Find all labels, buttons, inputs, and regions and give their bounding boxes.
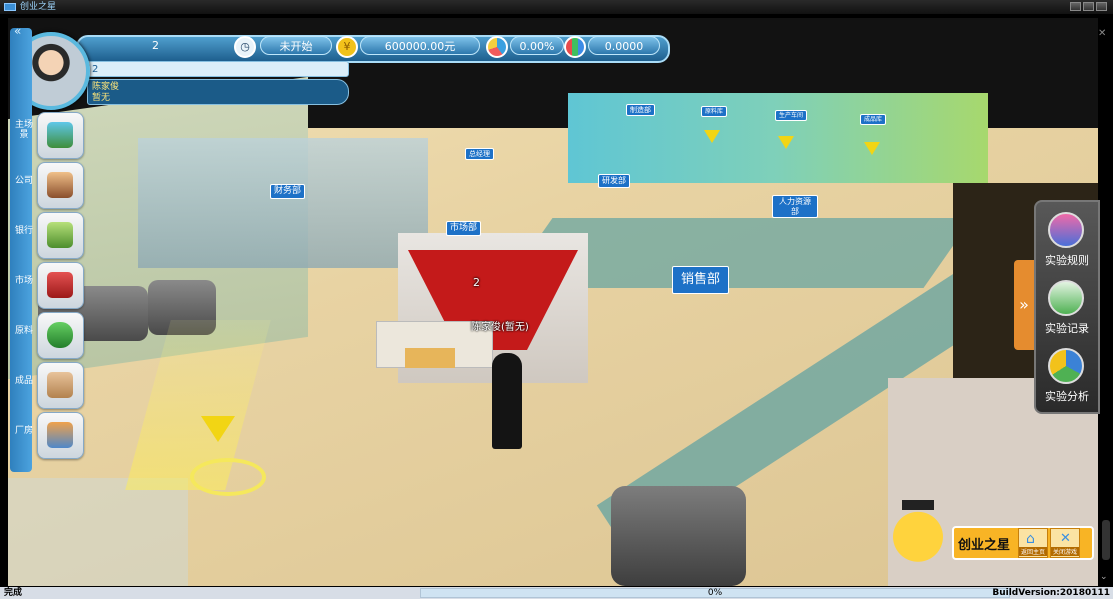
dept-finance[interactable]: 财务部 xyxy=(270,184,306,199)
sidebar-item-label: 厂房 xyxy=(14,426,33,436)
sofa-front xyxy=(611,486,746,586)
window-controls xyxy=(1070,2,1107,11)
mascot-logo xyxy=(890,508,946,572)
sidebar-item-label: 公司 xyxy=(14,176,33,186)
maximize-button[interactable] xyxy=(1083,2,1094,11)
home-icon: ⌂ xyxy=(1026,531,1035,547)
dept-ceo[interactable]: 总经理 xyxy=(465,148,494,161)
finished-arrow-icon xyxy=(864,142,880,155)
dept-market[interactable]: 市场部 xyxy=(446,221,482,236)
sidebar-item-label: 市场 xyxy=(14,276,33,286)
collapse-icon[interactable]: « xyxy=(14,24,21,38)
exit-label: 关闭游戏 xyxy=(1051,547,1079,556)
window-titlebar: 创业之星 xyxy=(0,0,1113,14)
brand-area: 创业之星 ⌂ 返回主页 ✕ 关闭游戏 xyxy=(890,500,1096,580)
analysis-label: 实验分析 xyxy=(1045,390,1089,403)
analysis-button[interactable]: 实验分析 xyxy=(1036,342,1098,408)
materials-arrow-icon xyxy=(704,130,720,143)
hud-number: 2 xyxy=(152,39,159,52)
money-icon: ¥ xyxy=(336,36,358,58)
dept-finished[interactable]: 成品库 xyxy=(860,114,887,126)
finance-room xyxy=(138,138,428,268)
money-value: 600000.00元 xyxy=(360,36,480,55)
dept-rd[interactable]: 研发部 xyxy=(598,174,630,188)
brand-name: 创业之星 xyxy=(958,538,1011,553)
spawn-ring[interactable] xyxy=(190,458,266,496)
player-info: 陈家俊 暂无 xyxy=(87,79,349,105)
rules-button[interactable]: 实验规则 xyxy=(1036,206,1098,272)
records-icon xyxy=(1048,280,1084,316)
analysis-icon xyxy=(1048,348,1084,384)
home-label: 返回主页 xyxy=(1019,547,1047,556)
sidebar-item-market[interactable]: 市场 xyxy=(14,262,84,310)
sidebar-item-label: 成品 xyxy=(14,376,33,386)
records-button[interactable]: 实验记录 xyxy=(1036,274,1098,340)
sidebar-item-label: 银行 xyxy=(14,226,33,236)
exit-game-button[interactable]: ✕ 关闭游戏 xyxy=(1050,528,1080,558)
sidebar-item-material[interactable]: 原料 xyxy=(14,312,84,360)
down-arrow-icon[interactable] xyxy=(201,416,235,442)
sidebar-item-product[interactable]: 成品 xyxy=(14,362,84,410)
right-panel-toggle[interactable]: » xyxy=(1014,260,1034,350)
factory-icon xyxy=(37,412,84,459)
status-text: 完成 xyxy=(4,588,23,598)
desk-light xyxy=(405,348,455,368)
sidebar-item-company[interactable]: 公司 xyxy=(14,162,84,210)
product-icon xyxy=(37,362,84,409)
player-character[interactable] xyxy=(492,353,522,449)
sidebar-item-bank[interactable]: 银行 xyxy=(14,212,84,260)
graduation-cap-icon xyxy=(902,500,934,510)
clock-icon: ◷ xyxy=(234,36,256,58)
progress-bar: 0% xyxy=(420,588,1010,598)
player-hud: 2 ◷ 未开始 ¥ 600000.00元 0.00% 0.0000 2 陈家俊 … xyxy=(12,30,670,110)
game-status: 未开始 xyxy=(260,36,332,55)
sidebar-item-label: 主场景 xyxy=(14,120,33,140)
player-name: 陈家俊 xyxy=(92,82,120,92)
name-field[interactable]: 2 xyxy=(87,61,349,77)
market-icon xyxy=(37,262,84,309)
chevron-down-icon[interactable]: ⌄ xyxy=(1100,572,1108,582)
records-label: 实验记录 xyxy=(1045,322,1089,335)
build-version: BuildVersion:20180111 xyxy=(992,588,1110,598)
company-icon xyxy=(37,162,84,209)
bar-chart-icon xyxy=(564,36,586,58)
share-percent: 0.00% xyxy=(510,36,564,55)
minimize-button[interactable] xyxy=(1070,2,1081,11)
status-bar: 完成 0% BuildVersion:20180111 xyxy=(0,587,1113,599)
main-scene-icon xyxy=(37,112,84,159)
score-value: 0.0000 xyxy=(588,36,660,55)
scrollbar-handle[interactable] xyxy=(1102,520,1110,560)
counter-number: 2 xyxy=(473,276,480,289)
rules-icon xyxy=(1048,212,1084,248)
close-window-button[interactable] xyxy=(1096,2,1107,11)
dept-sales[interactable]: 销售部 xyxy=(672,266,730,294)
glass-railing xyxy=(8,478,188,586)
rules-label: 实验规则 xyxy=(1045,254,1089,267)
right-panel: 实验规则 实验记录 实验分析 xyxy=(1034,200,1100,414)
sidebar-item-main-scene[interactable]: 主场景 xyxy=(14,112,84,160)
material-icon xyxy=(37,312,84,359)
character-label: 陈家俊(暂无) xyxy=(471,322,529,333)
progress-text: 0% xyxy=(707,588,723,598)
player-role: 暂无 xyxy=(92,93,111,103)
dept-hr[interactable]: 人力资源部 xyxy=(772,195,818,219)
window-title: 创业之星 xyxy=(20,2,57,12)
sidebar-item-label: 原料 xyxy=(14,326,33,336)
home-button[interactable]: ⌂ 返回主页 xyxy=(1018,528,1048,558)
sidebar-item-factory[interactable]: 厂房 xyxy=(14,412,84,460)
app-icon xyxy=(4,3,16,11)
dept-production[interactable]: 生产车间 xyxy=(775,110,808,122)
production-arrow-icon xyxy=(778,136,794,149)
close-scene-icon[interactable]: ✕ xyxy=(1098,28,1106,39)
bank-icon xyxy=(37,212,84,259)
pie-chart-icon xyxy=(486,36,508,58)
exit-icon: ✕ xyxy=(1060,531,1071,546)
dept-materials[interactable]: 原料库 xyxy=(701,106,728,118)
